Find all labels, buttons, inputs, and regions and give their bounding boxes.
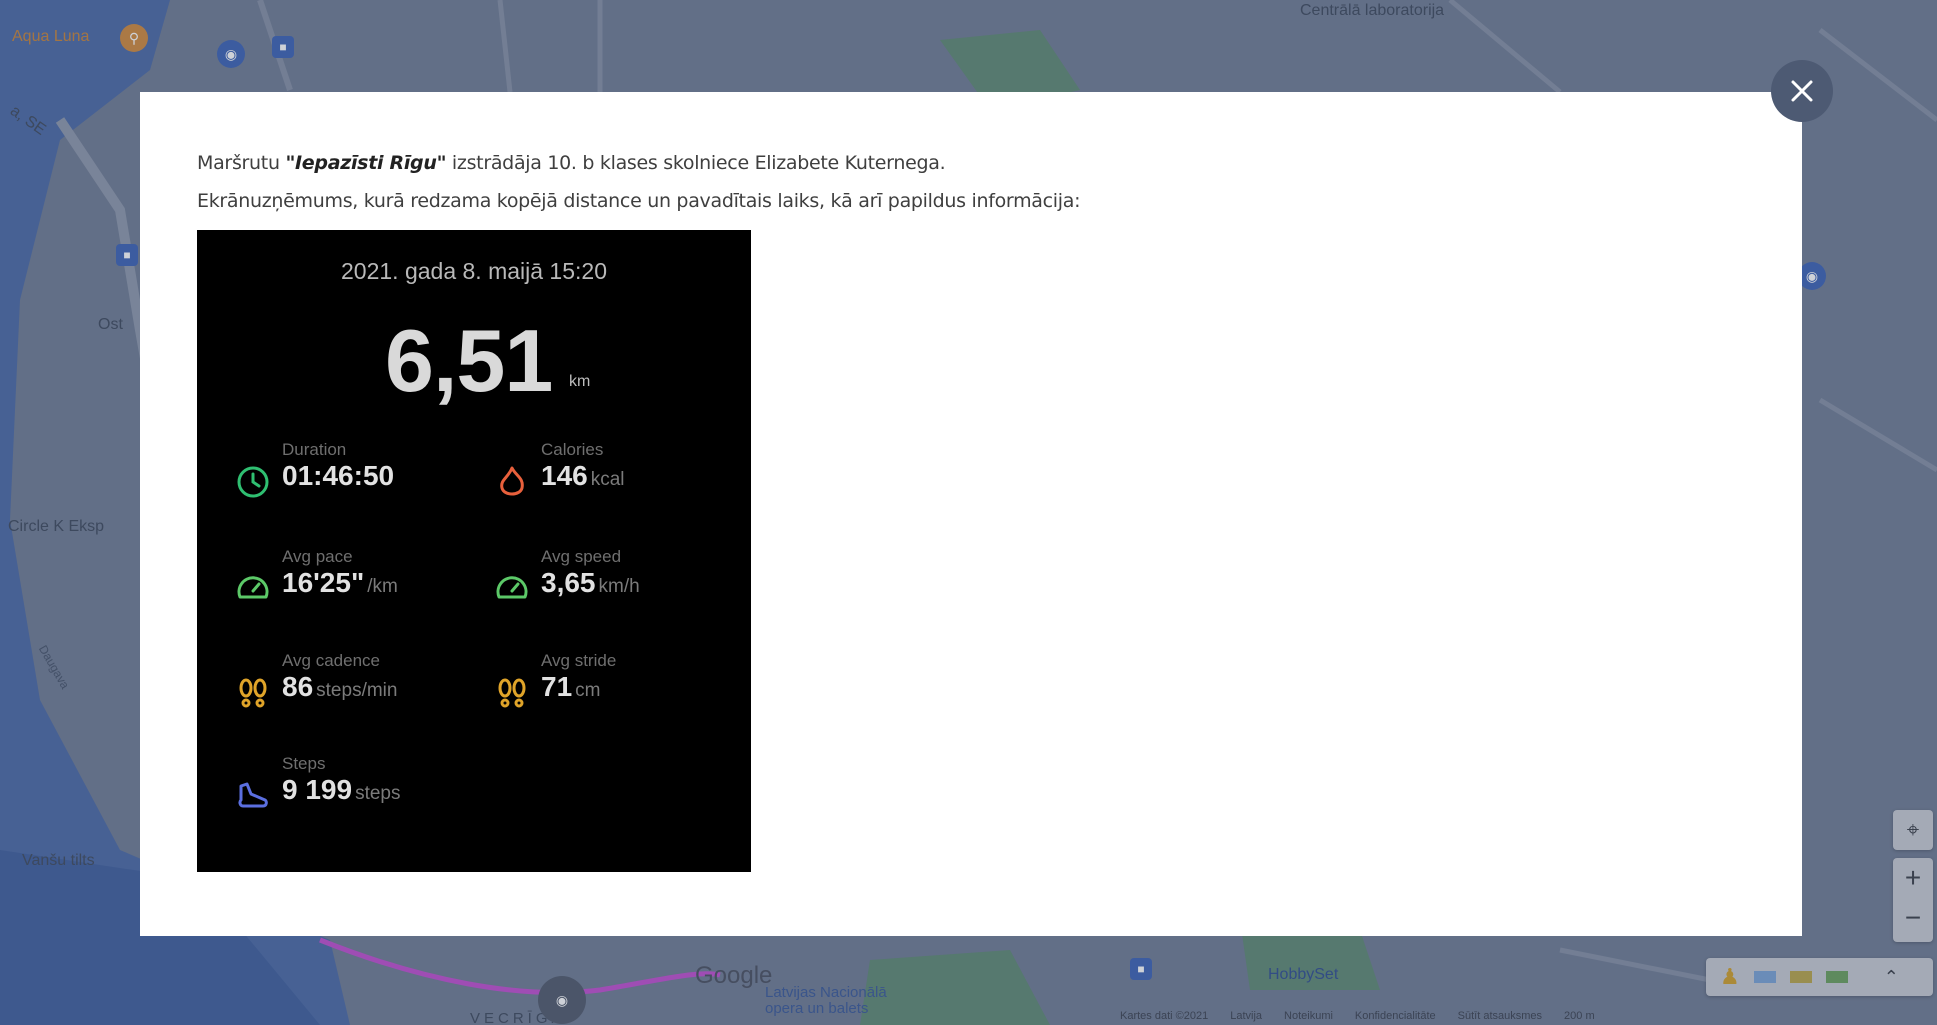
stat-label: Steps [282,754,326,773]
workout-date: 2021. gada 8. maijā 15:20 [341,258,607,284]
stat-label: Avg pace [282,547,353,566]
stat-label: Avg speed [541,547,622,566]
close-modal-button[interactable] [1771,60,1833,122]
stat-value: 9 199 steps [282,774,401,805]
shoe-icon [238,782,268,808]
close-icon [1791,80,1813,102]
stat-label: Duration [282,440,347,459]
gauge-icon [237,576,269,599]
info-modal: Maršrutu "Iepazīsti Rīgu" izstrādāja 10.… [140,92,1802,936]
clock-icon [237,466,269,498]
stat-label: Calories [541,440,604,459]
footprints-icon [498,678,526,708]
distance-value: 6,51 [385,311,553,410]
fitness-screenshot: 2021. gada 8. maijā 15:20 6,51 km Durati… [197,230,751,872]
stat-value: 146 kcal [541,460,625,491]
stat-value: 86 steps/min [282,671,398,702]
intro-suffix: izstrādāja 10. b klases skolniece Elizab… [446,152,946,174]
stat-label: Avg stride [541,651,617,670]
intro-prefix: Maršrutu [197,152,286,174]
stat-value: 3,65 km/h [541,567,640,598]
intro-line-2: Ekrānuzņēmums, kurā redzama kopējā dista… [197,190,1081,212]
intro-line-1: Maršrutu "Iepazīsti Rīgu" izstrādāja 10.… [197,152,946,174]
route-name: "Iepazīsti Rīgu" [285,152,447,174]
stat-value: 71 cm [541,671,601,702]
flame-icon [500,466,524,496]
footprints-icon [239,678,267,708]
stat-label: Avg cadence [282,651,380,670]
distance-unit: km [569,373,591,390]
stat-value: 01:46:50 [282,460,395,491]
gauge-icon [496,576,528,599]
stat-value: 16'25"/km [282,567,398,598]
